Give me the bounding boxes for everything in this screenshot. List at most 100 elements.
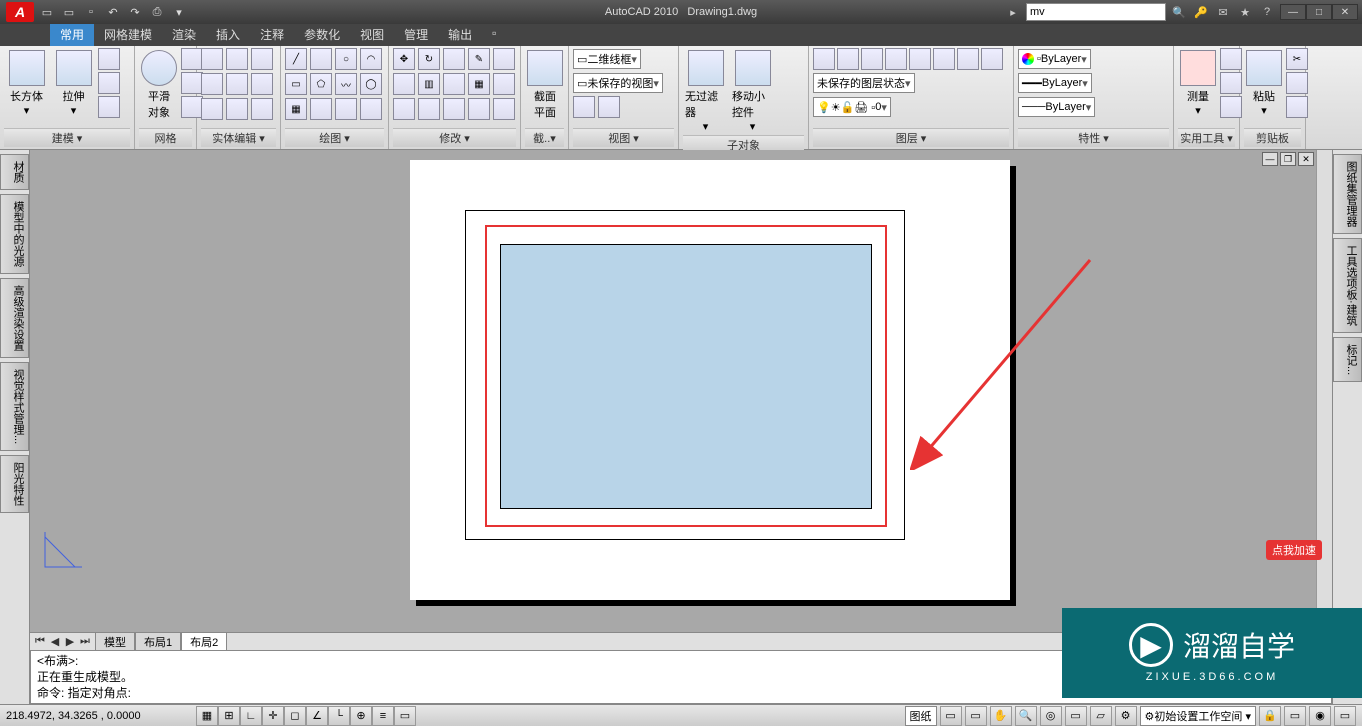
scale-button[interactable] [418, 98, 440, 120]
util1-button[interactable] [1220, 48, 1242, 70]
key-icon[interactable]: 🔑 [1192, 3, 1210, 21]
app-menu-button[interactable]: A [6, 2, 34, 22]
fillet-button[interactable] [443, 73, 465, 95]
tab-annotate[interactable]: 注释 [250, 24, 294, 46]
measure-button[interactable]: 测量▾ [1178, 48, 1218, 119]
close-button[interactable]: ✕ [1332, 4, 1358, 20]
join-button[interactable] [493, 98, 515, 120]
linetype-dropdown[interactable]: ─── ByLayer [1018, 97, 1095, 117]
util3-button[interactable] [1220, 96, 1242, 118]
arc-button[interactable]: ◠ [360, 48, 382, 70]
tab-next-icon[interactable]: ▶ [63, 635, 77, 649]
lineweight-dropdown[interactable]: ━━━ ByLayer [1018, 73, 1092, 93]
palette-sheetset[interactable]: 图纸集管理器 [1333, 154, 1362, 234]
tab-home[interactable]: 常用 [50, 24, 94, 46]
se1-button[interactable] [251, 48, 273, 70]
qp-toggle[interactable]: ▭ [394, 706, 416, 726]
vport-multi-button[interactable] [598, 96, 620, 118]
ellipse-button[interactable]: ◯ [360, 73, 382, 95]
move-gizmo-button[interactable]: 移动小控件▾ [730, 48, 775, 135]
move-button[interactable]: ✥ [393, 48, 415, 70]
qat-redo-icon[interactable]: ↷ [126, 3, 144, 21]
panel-props-label[interactable]: 特性 ▾ [1018, 128, 1169, 147]
favorite-icon[interactable]: ★ [1236, 3, 1254, 21]
break-button[interactable] [468, 98, 490, 120]
cut-button[interactable]: ✂ [1286, 48, 1308, 70]
intersect-button[interactable] [201, 98, 223, 120]
doc-close-button[interactable]: ✕ [1298, 152, 1314, 166]
erase-button[interactable]: ✎ [468, 48, 490, 70]
osnap-toggle[interactable]: ◻ [284, 706, 306, 726]
layer-t6-button[interactable] [957, 48, 979, 70]
qat-open-icon[interactable]: ▭ [60, 3, 78, 21]
extrude-button[interactable]: 拉伸▾ [51, 48, 96, 119]
panel-solidedit-label[interactable]: 实体编辑 ▾ [201, 128, 276, 147]
tab-expand-icon[interactable]: ▫ [482, 24, 506, 46]
vport-single-button[interactable] [573, 96, 595, 118]
panel-modeling-label[interactable]: 建模 ▾ [4, 128, 130, 147]
showmotion-button[interactable]: ▭ [1065, 706, 1087, 726]
layer-state-dropdown[interactable]: 未保存的图层状态 [813, 73, 915, 93]
ducs-toggle[interactable]: └ [328, 706, 350, 726]
line-button[interactable]: ╱ [285, 48, 307, 70]
panel-layers-label[interactable]: 图层 ▾ [813, 128, 1009, 147]
panel-section-label[interactable]: 截..▾ [525, 128, 564, 147]
se4-button[interactable] [226, 98, 248, 120]
tab-manage[interactable]: 管理 [394, 24, 438, 46]
paper-space[interactable]: — ❐ ✕ 点我加速 [30, 150, 1332, 632]
rotate-button[interactable]: ↻ [418, 48, 440, 70]
tab-prev-icon[interactable]: ◀ [48, 635, 62, 649]
layer-t5-button[interactable] [933, 48, 955, 70]
filter-none-button[interactable]: 无过滤器▾ [683, 48, 728, 135]
tab-insert[interactable]: 插入 [206, 24, 250, 46]
panel-draw-label[interactable]: 绘图 ▾ [285, 128, 384, 147]
pan-button[interactable]: ✋ [990, 706, 1012, 726]
dyn-toggle[interactable]: ⊕ [350, 706, 372, 726]
tab-first-icon[interactable]: ⏮ [33, 635, 47, 649]
otrack-toggle[interactable]: ∠ [306, 706, 328, 726]
panel-utilities-label[interactable]: 实用工具 ▾ [1178, 128, 1235, 147]
layout-tab-1[interactable]: 布局1 [135, 632, 181, 652]
clean-screen-button[interactable]: ▭ [1334, 706, 1356, 726]
layout-tab-2[interactable]: 布局2 [181, 632, 227, 652]
match-button[interactable] [1286, 96, 1308, 118]
util2-button[interactable] [1220, 72, 1242, 94]
accelerate-badge[interactable]: 点我加速 [1266, 540, 1322, 560]
maximize-button[interactable]: □ [1306, 4, 1332, 20]
tab-render[interactable]: 渲染 [162, 24, 206, 46]
palette-markup[interactable]: 标记... [1333, 337, 1362, 382]
array-button[interactable]: ▦ [468, 73, 490, 95]
presspull-button[interactable] [98, 72, 120, 94]
tab-last-icon[interactable]: ⏭ [78, 635, 92, 649]
helix-button[interactable] [335, 98, 357, 120]
palette-materials[interactable]: 材质 [0, 154, 29, 190]
align-button[interactable] [493, 73, 515, 95]
union-button[interactable] [201, 48, 223, 70]
hatch-button[interactable]: ▦ [285, 98, 307, 120]
subtract-button[interactable] [201, 73, 223, 95]
layer-t4-button[interactable] [909, 48, 931, 70]
spline-button[interactable]: 〰 [335, 73, 357, 95]
extrude-face-button[interactable] [226, 48, 248, 70]
tab-view[interactable]: 视图 [350, 24, 394, 46]
copy-button[interactable] [393, 73, 415, 95]
rect-button[interactable]: ▭ [285, 73, 307, 95]
layer-prop-button[interactable] [813, 48, 835, 70]
stretch-button[interactable] [393, 98, 415, 120]
qat-more-icon[interactable]: ▾ [170, 3, 188, 21]
layer-t1-button[interactable] [837, 48, 859, 70]
snap-toggle[interactable]: ▦ [196, 706, 218, 726]
offset-button[interactable] [443, 98, 465, 120]
trim-button[interactable] [443, 48, 465, 70]
polysolid-button[interactable] [98, 48, 120, 70]
smooth-button[interactable]: 平滑 对象 [139, 48, 179, 122]
help-search-input[interactable] [1026, 3, 1166, 21]
polar-toggle[interactable]: ✛ [262, 706, 284, 726]
layer-current-dropdown[interactable]: 💡☀🔓🖨 ▫ 0 [813, 97, 891, 117]
qv-drawings-button[interactable]: ▭ [965, 706, 987, 726]
paper-model-toggle[interactable]: 图纸 [905, 706, 937, 726]
lwt-toggle[interactable]: ≡ [372, 706, 394, 726]
layer-t7-button[interactable] [981, 48, 1003, 70]
color-dropdown[interactable]: ▫ ByLayer [1018, 49, 1091, 69]
palette-render[interactable]: 高级渲染设置 [0, 278, 29, 358]
